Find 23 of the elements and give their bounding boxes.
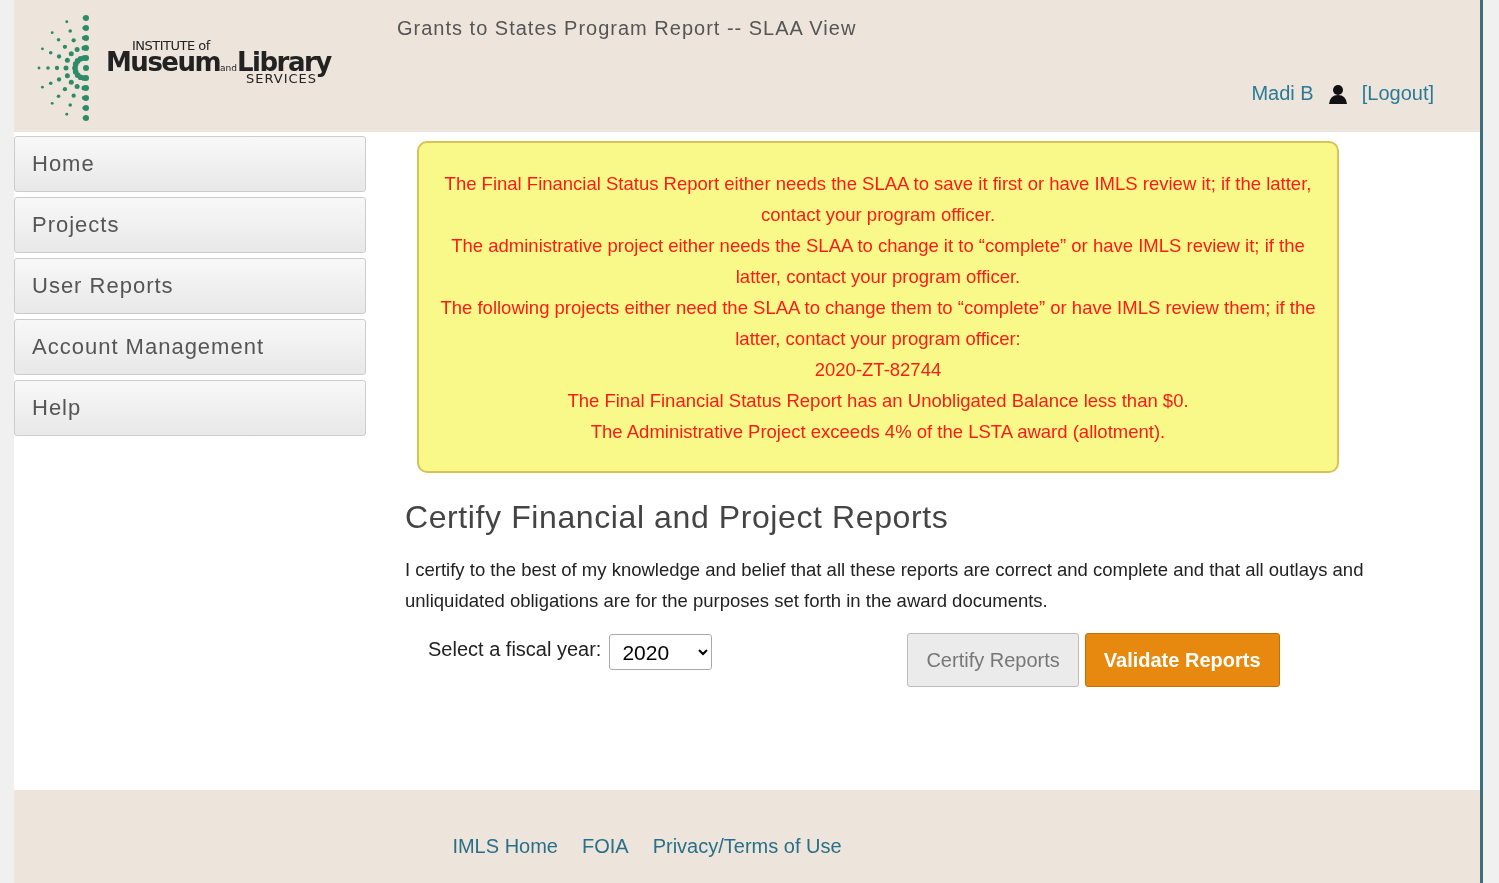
alert-message: The Final Financial Status Report has an Unobligated Balance less than $0.: [566, 389, 1190, 413]
footer-link[interactable]: Privacy/Terms of Use: [652, 835, 842, 858]
certification-text: I certify to the best of my knowledge and belief that all these reports are correct and complete and that all outlays and unliquidated obligations are for the purposes set forth in the award documents.: [405, 558, 1365, 613]
alert-message: The following projects either need the SLAA to change them to “complete” or have IMLS review them; if the latter, contact your program officer:: [439, 296, 1317, 351]
section-heading: Certify Financial and Project Reports: [405, 499, 950, 536]
alert-message: The Administrative Project exceeds 4% of the LSTA award (allotment).: [589, 420, 1167, 444]
sidebar-item[interactable]: User Reports: [14, 258, 366, 314]
footer-link[interactable]: IMLS Home: [452, 835, 558, 858]
logo-text: and: [220, 63, 238, 73]
user-icon: [1327, 83, 1348, 104]
sidebar-item[interactable]: Account Management: [14, 319, 366, 375]
sidebar-item[interactable]: Help: [14, 380, 366, 436]
logout-link[interactable]: [Logout]: [1361, 82, 1434, 105]
fiscal-year-select[interactable]: 2020: [609, 634, 713, 670]
alert-message: The Final Financial Status Report either needs the SLAA to save it first or have IMLS review it; if the latter, contact your program officer.: [443, 172, 1313, 227]
footer-link[interactable]: FOIA: [582, 835, 629, 858]
fiscal-year-label: Select a fiscal year:: [428, 638, 602, 661]
page-title: Grants to States Program Report -- SLAA View: [397, 17, 857, 40]
alert-message: 2020-ZT-82744: [813, 358, 943, 382]
sidebar-item[interactable]: Home: [14, 136, 366, 192]
alert-message: The administrative project either needs the SLAA to change it to “complete” or have IMLS review it; if the latter, contact your program officer.: [450, 234, 1306, 289]
sidebar-item[interactable]: Projects: [14, 197, 366, 253]
user-name: Madi B: [1251, 82, 1314, 105]
